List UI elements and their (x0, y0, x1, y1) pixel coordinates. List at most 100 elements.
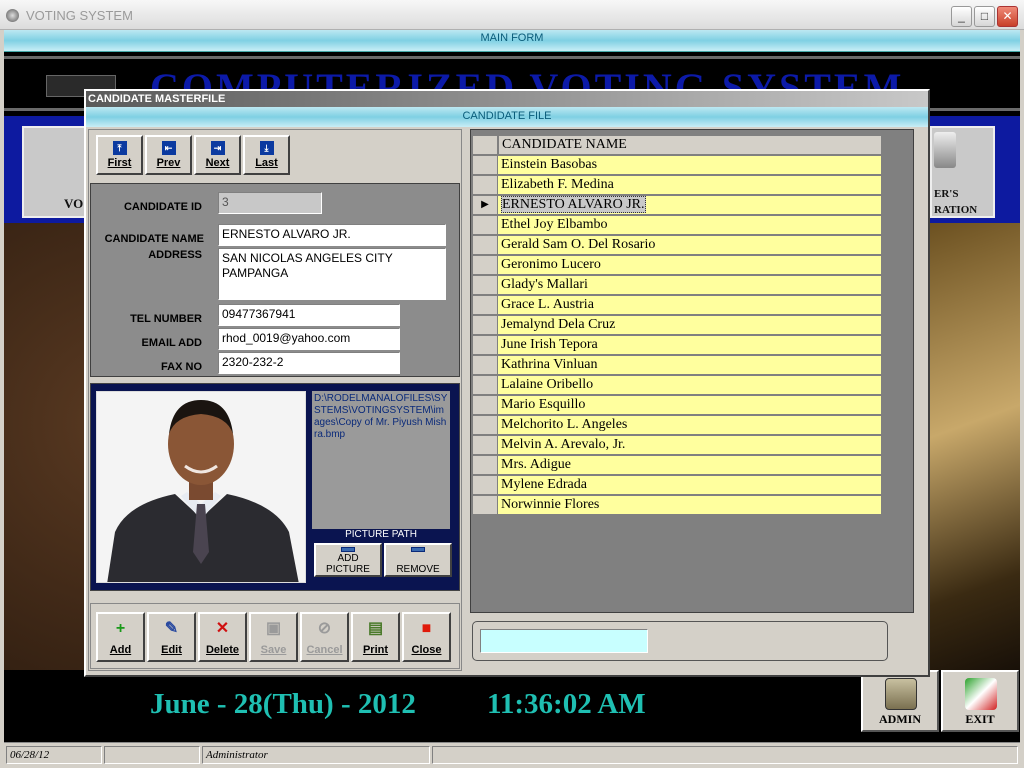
nav-prev-button[interactable]: ⇤ Prev (145, 135, 192, 175)
voters-registration-tile[interactable]: ER'S RATION (930, 126, 995, 218)
table-row[interactable]: Jemalynd Dela Cruz (472, 315, 882, 335)
candidate-name-cell[interactable]: Elizabeth F. Medina (498, 175, 882, 195)
table-row[interactable]: Melchorito L. Angeles (472, 415, 882, 435)
candidate-name-text: Jemalynd Dela Cruz (501, 317, 616, 332)
row-selector[interactable] (472, 415, 498, 435)
candidate-name-cell[interactable]: Norwinnie Flores (498, 495, 882, 515)
exit-button[interactable]: EXIT (941, 670, 1019, 732)
grid-column-header[interactable]: CANDIDATE NAME (498, 135, 882, 155)
row-selector[interactable] (472, 455, 498, 475)
row-selector[interactable] (472, 375, 498, 395)
candidate-name-cell[interactable]: June Irish Tepora (498, 335, 882, 355)
cancel-button[interactable]: ⊘ Cancel (300, 612, 349, 662)
table-row[interactable]: Grace L. Austria (472, 295, 882, 315)
print-button[interactable]: ▤ Print (351, 612, 400, 662)
row-selector[interactable] (472, 155, 498, 175)
table-row[interactable]: Einstein Basobas (472, 155, 882, 175)
status-panel-2 (104, 746, 200, 764)
candidate-name-field[interactable]: ERNESTO ALVARO JR. (218, 224, 446, 246)
table-row[interactable]: Kathrina Vinluan (472, 355, 882, 375)
row-selector[interactable] (472, 175, 498, 195)
table-row[interactable]: Elizabeth F. Medina (472, 175, 882, 195)
table-row[interactable]: ▶ ERNESTO ALVARO JR. (472, 195, 882, 215)
table-row[interactable]: Mrs. Adigue (472, 455, 882, 475)
email-field[interactable]: rhod_0019@yahoo.com (218, 328, 400, 350)
row-selector[interactable] (472, 355, 498, 375)
remove-picture-label: REMOVE (396, 564, 440, 575)
first-icon: ⤒ (112, 141, 127, 155)
table-row[interactable]: Norwinnie Flores (472, 495, 882, 515)
add-picture-label-1: ADD (337, 553, 359, 564)
add-picture-button[interactable]: ADD PICTURE (314, 543, 382, 577)
row-selector[interactable] (472, 495, 498, 515)
table-row[interactable]: Gerald Sam O. Del Rosario (472, 235, 882, 255)
table-row[interactable]: June Irish Tepora (472, 335, 882, 355)
candidate-name-cell[interactable]: Grace L. Austria (498, 295, 882, 315)
candidate-name-cell[interactable]: Mylene Edrada (498, 475, 882, 495)
candidate-grid: CANDIDATE NAME Einstein Basobas Elizabeth… (472, 135, 882, 517)
tel-number-field[interactable]: 09477367941 (218, 304, 400, 326)
candidate-name-cell[interactable]: Einstein Basobas (498, 155, 882, 175)
close-button[interactable]: ■ Close (402, 612, 451, 662)
registration-icon (934, 132, 956, 168)
candidate-name-cell[interactable]: Jemalynd Dela Cruz (498, 315, 882, 335)
table-row[interactable]: Geronimo Lucero (472, 255, 882, 275)
candidate-name-cell[interactable]: ERNESTO ALVARO JR. (498, 195, 882, 215)
nav-first-button[interactable]: ⤒ First (96, 135, 143, 175)
row-selector[interactable]: ▶ (472, 195, 498, 215)
candidate-name-cell[interactable]: Lalaine Oribello (498, 375, 882, 395)
picture-path-field[interactable]: D:\RODELMANALOFILES\SYSTEMS\VOTINGSYSTEM… (312, 391, 450, 529)
candidate-name-cell[interactable]: Melchorito L. Angeles (498, 415, 882, 435)
delete-button[interactable]: ✕ Delete (198, 612, 247, 662)
address-field[interactable]: SAN NICOLAS ANGELES CITY PAMPANGA (218, 248, 446, 300)
window-close-button[interactable]: ✕ (997, 6, 1018, 27)
row-selector[interactable] (472, 475, 498, 495)
candidate-name-cell[interactable]: Melvin A. Arevalo, Jr. (498, 435, 882, 455)
row-selector[interactable] (472, 295, 498, 315)
candidate-name-cell[interactable]: Gerald Sam O. Del Rosario (498, 235, 882, 255)
dialog-title-bar: CANDIDATE MASTERFILE (86, 91, 928, 107)
exit-icon (965, 678, 997, 710)
candidate-id-field[interactable]: 3 (218, 192, 322, 214)
person-photo-icon (97, 392, 305, 582)
remove-picture-button[interactable]: REMOVE (384, 543, 452, 577)
candidate-name-cell[interactable]: Mario Esquillo (498, 395, 882, 415)
table-row[interactable]: Mylene Edrada (472, 475, 882, 495)
close-icon: ■ (421, 620, 432, 637)
fax-field[interactable]: 2320-232-2 (218, 352, 400, 374)
row-selector[interactable] (472, 275, 498, 295)
nav-next-button[interactable]: ⇥ Next (194, 135, 241, 175)
current-time: 11:36:02 AM (487, 688, 646, 720)
row-selector[interactable] (472, 435, 498, 455)
row-selector[interactable] (472, 395, 498, 415)
save-button[interactable]: ▣ Save (249, 612, 298, 662)
row-selector[interactable] (472, 215, 498, 235)
nav-last-button[interactable]: ⤓ Last (243, 135, 290, 175)
admin-button[interactable]: ADMIN (861, 670, 939, 732)
maximize-button[interactable]: □ (974, 6, 995, 27)
row-selector[interactable] (472, 335, 498, 355)
candidate-name-text: Gerald Sam O. Del Rosario (501, 237, 656, 252)
search-input[interactable] (480, 629, 648, 653)
candidate-name-cell[interactable]: Geronimo Lucero (498, 255, 882, 275)
grid-selector-header (472, 135, 498, 155)
edit-button[interactable]: ✎ Edit (147, 612, 196, 662)
row-selector[interactable] (472, 315, 498, 335)
add-picture-icon (341, 547, 355, 552)
table-row[interactable]: Melvin A. Arevalo, Jr. (472, 435, 882, 455)
fax-label: FAX NO (161, 361, 202, 373)
vote-menu-tile[interactable]: VO (22, 126, 92, 218)
main-form-header-label: MAIN FORM (480, 32, 544, 44)
candidate-name-cell[interactable]: Glady's Mallari (498, 275, 882, 295)
row-selector[interactable] (472, 235, 498, 255)
minimize-button[interactable]: _ (951, 6, 972, 27)
candidate-name-cell[interactable]: Kathrina Vinluan (498, 355, 882, 375)
add-button[interactable]: + Add (96, 612, 145, 662)
table-row[interactable]: Ethel Joy Elbambo (472, 215, 882, 235)
table-row[interactable]: Mario Esquillo (472, 395, 882, 415)
row-selector[interactable] (472, 255, 498, 275)
table-row[interactable]: Lalaine Oribello (472, 375, 882, 395)
table-row[interactable]: Glady's Mallari (472, 275, 882, 295)
candidate-name-cell[interactable]: Ethel Joy Elbambo (498, 215, 882, 235)
candidate-name-cell[interactable]: Mrs. Adigue (498, 455, 882, 475)
